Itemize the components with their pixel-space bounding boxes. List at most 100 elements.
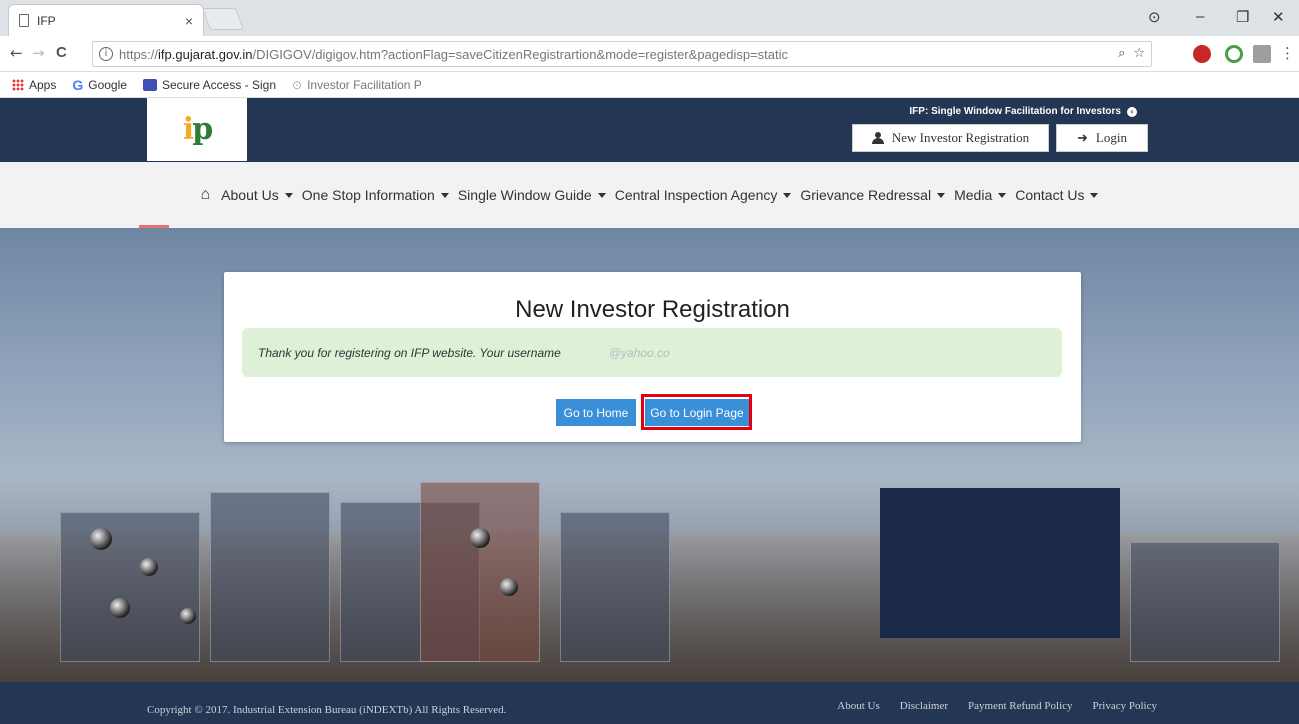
profile-icon[interactable]: ⊙ — [1148, 8, 1161, 26]
nav-media[interactable]: Media — [954, 187, 1007, 203]
info-icon[interactable]: i — [99, 47, 113, 61]
user-icon — [871, 132, 884, 144]
hero-panel — [1130, 542, 1280, 662]
logo-letter-p: p — [192, 112, 213, 147]
register-button-label: New Investor Registration — [891, 130, 1030, 145]
bookmark-star-icon[interactable]: ☆ — [1133, 46, 1145, 61]
nav-central-inspection-agency[interactable]: Central Inspection Agency — [615, 187, 792, 203]
bookmark-apps[interactable]: Apps — [12, 78, 56, 92]
zoom-icon[interactable]: ⌕ — [1118, 46, 1125, 61]
url-domain: ifp.gujarat.gov.in — [158, 46, 253, 62]
new-investor-registration-button[interactable]: New Investor Registration — [852, 124, 1049, 152]
nav-contact-us-label: Contact Us — [1015, 187, 1085, 203]
nav-single-window-guide[interactable]: Single Window Guide — [458, 187, 606, 203]
registration-card: New Investor Registration Thank you for … — [224, 272, 1081, 442]
site-header: ip IFP: Single Window Facilitation for I… — [0, 98, 1299, 162]
adblock-extension-icon[interactable] — [1193, 45, 1211, 63]
url-text: https://ifp.gujarat.gov.in/DIGIGOV/digig… — [119, 47, 788, 62]
login-button-label: Login — [1095, 130, 1127, 145]
sign-in-icon: ➜ — [1077, 130, 1088, 145]
tata-icon — [142, 78, 157, 91]
nav-media-label: Media — [954, 187, 993, 203]
nav-grievance-redressal[interactable]: Grievance Redressal — [800, 187, 946, 203]
url-prefix: https:// — [119, 46, 159, 62]
footer-links: About Us Disclaimer Payment Refund Polic… — [837, 700, 1157, 712]
home-icon[interactable]: ⌂ — [201, 186, 211, 204]
url-input[interactable]: i https://ifp.gujarat.gov.in/DIGIGOV/dig… — [92, 41, 1152, 67]
address-bar: ← → C i https://ifp.gujarat.gov.in/DIGIG… — [0, 36, 1299, 72]
nav-about-us-label: About Us — [221, 187, 279, 203]
logo-text: ip — [182, 112, 213, 147]
restore-icon[interactable]: ❐ — [1236, 8, 1249, 26]
molecule-ball — [90, 528, 112, 550]
extension-green-icon[interactable] — [1225, 45, 1243, 63]
main-nav: ⌂ About Us One Stop Information Single W… — [0, 162, 1299, 228]
caret-down-icon — [284, 192, 293, 198]
bookmark-investor-label: Investor Facilitation P — [307, 77, 422, 92]
hero-panel — [560, 512, 670, 662]
molecule-ball — [180, 608, 196, 624]
nav-contact-us[interactable]: Contact Us — [1015, 187, 1099, 203]
nav-single-window-guide-label: Single Window Guide — [457, 187, 592, 203]
back-icon[interactable]: ← — [10, 44, 23, 62]
success-alert: Thank you for registering on IFP website… — [242, 328, 1062, 377]
caret-down-icon — [998, 192, 1007, 198]
nav-one-stop-information[interactable]: One Stop Information — [302, 187, 449, 203]
caret-down-icon — [783, 192, 792, 198]
caret-down-icon — [937, 192, 946, 198]
browser-tabstrip: IFP × ⊙ – ❐ ✕ — [0, 0, 1299, 36]
google-icon: G — [72, 76, 84, 93]
bookmark-secure-access-label: Secure Access - Sign — [161, 77, 277, 92]
logo-letter-i: i — [182, 112, 194, 147]
card-title: New Investor Registration — [515, 296, 790, 323]
molecule-ball — [470, 528, 490, 548]
hero-panel — [420, 482, 540, 662]
bookmark-secure-access[interactable]: Secure Access - Sign — [142, 77, 277, 92]
site-footer: Copyright © 2017. Industrial Extension B… — [0, 682, 1299, 724]
caret-down-icon — [597, 192, 606, 198]
header-title: IFP: Single Window Facilitation for Inve… — [909, 106, 1137, 117]
new-tab-button[interactable] — [201, 8, 245, 30]
nav-central-inspection-agency-label: Central Inspection Agency — [614, 187, 778, 203]
url-path: /DIGIGOV/digigov.htm?actionFlag=saveCiti… — [252, 46, 789, 62]
login-button[interactable]: ➜ Login — [1056, 124, 1148, 152]
extension-gray-icon[interactable] — [1253, 45, 1271, 63]
close-window-icon[interactable]: ✕ — [1272, 8, 1285, 26]
bookmark-apps-label: Apps — [29, 77, 57, 92]
page-icon — [19, 14, 29, 27]
copyright-text: Copyright © 2017. Industrial Extension B… — [147, 704, 507, 716]
hero-panel — [210, 492, 330, 662]
caret-down-icon — [1090, 192, 1099, 198]
bookmark-google[interactable]: G Google — [72, 77, 127, 93]
ifp-logo[interactable]: ip — [147, 98, 247, 161]
footer-link-disclaimer[interactable]: Disclaimer — [900, 700, 948, 712]
molecule-ball — [140, 558, 158, 576]
nav-about-us[interactable]: About Us — [221, 187, 293, 203]
forward-icon[interactable]: → — [32, 44, 45, 62]
reload-icon[interactable]: C — [56, 44, 67, 61]
bookmark-investor[interactable]: ⊙ Investor Facilitation P — [292, 78, 422, 92]
success-message: Thank you for registering on IFP website… — [258, 345, 561, 360]
molecule-ball — [110, 598, 130, 618]
footer-link-privacy-policy[interactable]: Privacy Policy — [1093, 700, 1157, 712]
apps-grid-icon — [12, 78, 24, 91]
footer-link-about-us[interactable]: About Us — [837, 700, 879, 712]
header-title-text: IFP: Single Window Facilitation for Inve… — [909, 106, 1121, 117]
go-to-home-button[interactable]: Go to Home — [556, 399, 636, 426]
bookmarks-bar: Apps G Google Secure Access - Sign ⊙ Inv… — [0, 72, 1299, 98]
minimize-icon[interactable]: – — [1196, 8, 1204, 25]
hero-panel — [60, 512, 200, 662]
masked-username: @yahoo.co — [608, 345, 670, 360]
omnibox-actions: ⌕ ☆ — [1118, 46, 1145, 61]
nav-grievance-redressal-label: Grievance Redressal — [800, 187, 932, 203]
footer-link-payment-refund-policy[interactable]: Payment Refund Policy — [968, 700, 1073, 712]
molecule-ball — [500, 578, 518, 596]
tab-close-icon[interactable]: × — [185, 13, 193, 29]
chevron-circle-icon: ‹ — [1127, 106, 1137, 117]
browser-tab[interactable]: IFP × — [8, 4, 204, 36]
menu-dots-icon[interactable]: ⋮ — [1280, 44, 1295, 62]
bookmark-google-label: Google — [88, 77, 127, 92]
globe-icon: ⊙ — [292, 77, 303, 92]
hero-dark-panel — [880, 488, 1120, 638]
nav-one-stop-information-label: One Stop Information — [301, 187, 435, 203]
